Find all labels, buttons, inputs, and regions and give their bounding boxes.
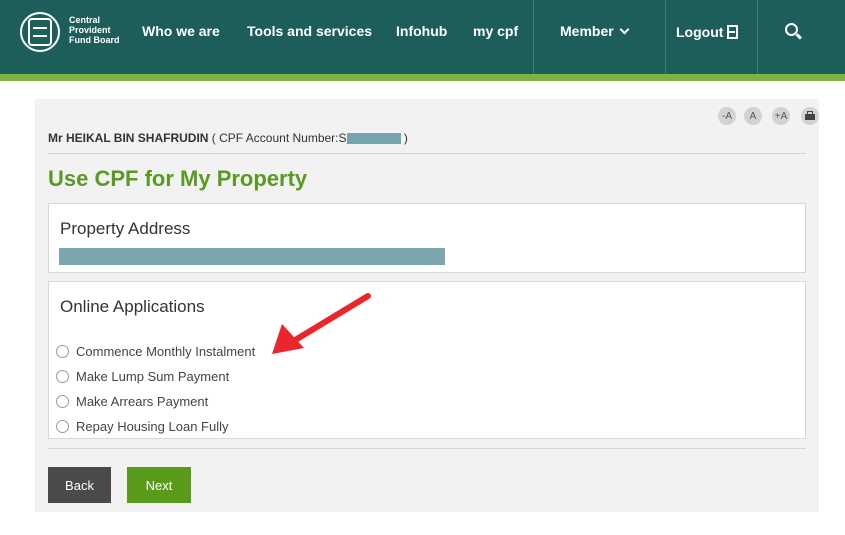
chevron-down-icon	[619, 24, 630, 35]
back-button[interactable]: Back	[48, 467, 111, 503]
property-address-section: Property Address	[48, 203, 806, 273]
divider	[48, 448, 806, 449]
logo-line-2: Provident	[69, 25, 111, 35]
search-icon[interactable]	[785, 23, 803, 40]
red-arrow-annotation-icon	[272, 293, 371, 354]
nav-divider	[665, 0, 666, 74]
option-label: Commence Monthly Instalment	[76, 344, 256, 359]
nav-member-dropdown[interactable]: Member	[560, 23, 630, 39]
radio-button[interactable]	[56, 345, 69, 358]
option-label: Repay Housing Loan Fully	[76, 419, 229, 434]
increase-font-button[interactable]: +A	[772, 107, 790, 125]
property-address-title: Property Address	[60, 219, 191, 238]
page-title: Use CPF for My Property	[48, 166, 308, 191]
account-holder-name: Mr HEIKAL BIN SHAFRUDIN	[48, 131, 209, 145]
header-accent-stripe	[0, 74, 845, 81]
radio-button[interactable]	[56, 395, 69, 408]
divider	[48, 153, 806, 154]
online-applications-title: Online Applications	[60, 297, 205, 316]
nav-divider	[533, 0, 534, 74]
option-repay-housing-loan-fully[interactable]: Repay Housing Loan Fully	[56, 419, 228, 434]
cpf-logo-text[interactable]: Central Provident Fund Board	[69, 15, 120, 45]
logout-button[interactable]: Logout	[676, 23, 739, 40]
reset-font-button[interactable]: A	[744, 107, 762, 125]
account-info: Mr HEIKAL BIN SHAFRUDIN ( CPF Account Nu…	[48, 131, 408, 145]
nav-member-label: Member	[560, 23, 614, 39]
option-label: Make Arrears Payment	[76, 394, 209, 409]
nav-infohub[interactable]: Infohub	[396, 23, 447, 39]
nav-my-cpf[interactable]: my cpf	[473, 23, 518, 39]
nav-tools-and-services[interactable]: Tools and services	[247, 23, 372, 39]
logout-icon	[727, 25, 739, 39]
nav-who-we-are[interactable]: Who we are	[142, 23, 220, 39]
radio-button[interactable]	[56, 420, 69, 433]
logo-line-3: Fund Board	[69, 35, 120, 45]
option-make-lump-sum-payment[interactable]: Make Lump Sum Payment	[56, 369, 229, 384]
logout-label: Logout	[676, 24, 724, 40]
option-make-arrears-payment[interactable]: Make Arrears Payment	[56, 394, 208, 409]
option-commence-monthly-instalment[interactable]: Commence Monthly Instalment	[56, 344, 255, 359]
masked-account-number	[346, 133, 401, 145]
masked-property-address	[59, 248, 445, 265]
nav-divider	[757, 0, 758, 74]
radio-button[interactable]	[56, 370, 69, 383]
print-icon[interactable]	[801, 107, 819, 125]
option-label: Make Lump Sum Payment	[76, 369, 230, 384]
logo-line-1: Central	[69, 15, 101, 25]
online-applications-section: Online Applications Commence Monthly Ins…	[48, 281, 806, 439]
account-number-prefix: ( CPF Account Number:S	[211, 131, 347, 145]
decrease-font-button[interactable]: -A	[718, 107, 736, 125]
account-number-suffix: )	[403, 131, 408, 145]
cpf-logo-icon[interactable]	[20, 12, 60, 52]
next-button[interactable]: Next	[127, 467, 191, 503]
